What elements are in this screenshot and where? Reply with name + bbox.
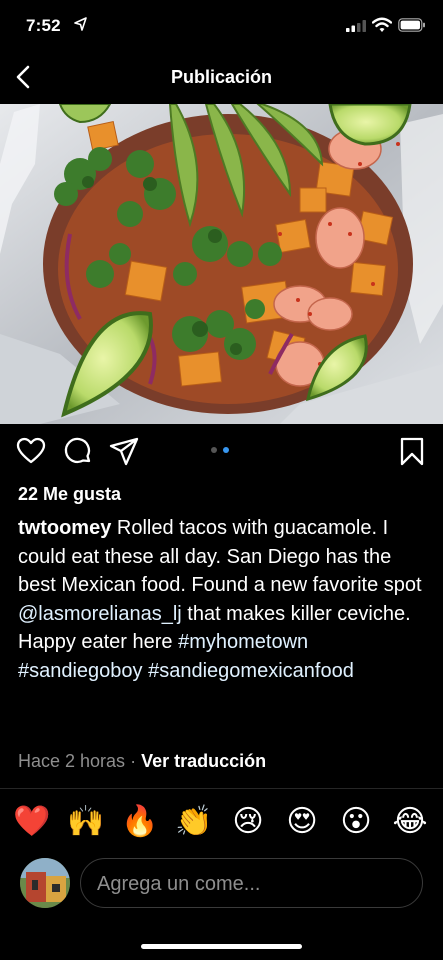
reaction-surprised[interactable]: 😮 (336, 800, 376, 844)
comment-input[interactable] (95, 859, 399, 909)
post-timestamp: Hace 2 horas (18, 751, 126, 771)
meta-separator: · (125, 751, 142, 771)
reaction-raised-hands[interactable]: 🙌 (66, 800, 106, 844)
caption-username[interactable]: twtoomey (18, 517, 111, 539)
nav-bar: Publicación (0, 52, 443, 104)
heart-icon[interactable] (16, 436, 46, 466)
reaction-clap[interactable]: 👏 (174, 800, 214, 844)
avatar[interactable] (20, 858, 70, 908)
comment-box[interactable] (80, 858, 423, 909)
like-count[interactable]: 22 Me gusta (18, 484, 121, 505)
reaction-fire[interactable]: 🔥 (120, 800, 160, 844)
post-meta: Hace 2 horas · Ver traducción (18, 751, 266, 772)
carousel-indicator (211, 447, 235, 455)
post-photo[interactable] (0, 104, 443, 424)
mention-link[interactable]: @lasmorelianas_lj (18, 603, 182, 625)
home-indicator[interactable] (141, 944, 302, 949)
reaction-heart[interactable]: ❤️ (12, 800, 52, 844)
avatar-image (20, 858, 70, 908)
food-image (0, 104, 443, 424)
divider (0, 788, 443, 789)
page-title: Publicación (170, 67, 273, 87)
comment-bubble-icon[interactable] (63, 436, 93, 466)
carousel-dot (211, 447, 217, 453)
bookmark-icon[interactable] (397, 436, 427, 466)
wifi-icon (372, 17, 392, 32)
quick-reactions-bar: ❤️ 🙌 🔥 👏 😢 😍 😮 😂 (0, 800, 443, 846)
post-caption: twtoomey Rolled tacos with guacamole. I … (18, 514, 428, 685)
hashtag-link[interactable]: #sandiegomexicanfood (148, 660, 354, 682)
reaction-crying[interactable]: 😢 (228, 800, 268, 844)
translate-link[interactable]: Ver traducción (141, 751, 266, 771)
status-time: 7:52 (26, 16, 61, 35)
cellular-signal-icon (346, 20, 366, 32)
location-arrow-icon (74, 17, 87, 31)
reaction-heart-eyes[interactable]: 😍 (282, 800, 322, 844)
carousel-dot-active (223, 447, 229, 453)
paper-plane-icon[interactable] (109, 436, 139, 466)
battery-icon (398, 18, 425, 32)
status-bar: 7:52 (0, 0, 443, 52)
reaction-laughing[interactable]: 😂 (390, 800, 430, 844)
hashtag-link[interactable]: #sandiegoboy (18, 660, 143, 682)
hashtag-link[interactable]: #myhometown (178, 631, 308, 653)
